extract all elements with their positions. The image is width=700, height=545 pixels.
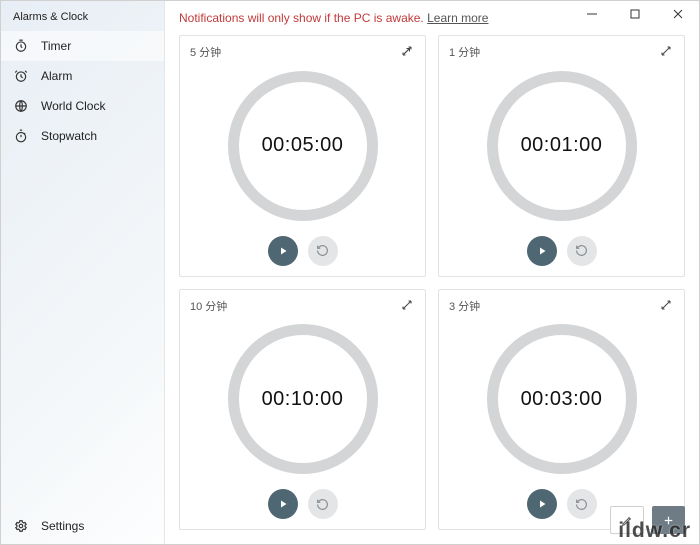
sidebar-item-stopwatch[interactable]: Stopwatch (1, 121, 164, 151)
timer-ring: 00:05:00 (190, 64, 415, 228)
timer-card[interactable]: 3 分钟 00:03:00 (438, 289, 685, 531)
window-controls (570, 1, 699, 27)
expand-icon[interactable] (660, 299, 674, 313)
timer-title: 10 分钟 (190, 298, 227, 314)
sidebar-item-alarm[interactable]: Alarm (1, 61, 164, 91)
maximize-button[interactable] (613, 1, 656, 27)
stopwatch-icon (13, 128, 29, 144)
timer-card[interactable]: 1 分钟 00:01:00 (438, 35, 685, 277)
timer-title: 3 分钟 (449, 298, 480, 314)
close-button[interactable] (656, 1, 699, 27)
timer-card[interactable]: 5 分钟 00:05:00 (179, 35, 426, 277)
app-title: Alarms & Clock (1, 9, 164, 31)
sidebar-item-world-clock[interactable]: World Clock (1, 91, 164, 121)
time-readout: 00:01:00 (521, 134, 603, 157)
gear-icon (13, 518, 29, 534)
world-clock-icon (13, 98, 29, 114)
timer-title: 1 分钟 (449, 44, 480, 60)
footer-actions (610, 506, 685, 534)
reset-button[interactable] (308, 489, 338, 519)
time-readout: 00:03:00 (521, 388, 603, 411)
sidebar-item-label: Stopwatch (41, 129, 97, 143)
expand-icon[interactable] (660, 45, 674, 59)
sidebar-item-label: World Clock (41, 99, 105, 113)
play-button[interactable] (527, 489, 557, 519)
sidebar-item-settings[interactable]: Settings (1, 508, 164, 544)
edit-timers-button[interactable] (610, 506, 644, 534)
timer-card-header: 1 分钟 (449, 44, 674, 60)
progress-ring: 00:10:00 (228, 324, 378, 474)
play-button[interactable] (527, 236, 557, 266)
reset-button[interactable] (567, 236, 597, 266)
progress-ring: 00:03:00 (487, 324, 637, 474)
alarm-icon (13, 68, 29, 84)
timer-controls (190, 236, 415, 266)
minimize-button[interactable] (570, 1, 613, 27)
timer-ring: 00:03:00 (449, 318, 674, 482)
time-readout: 00:05:00 (262, 134, 344, 157)
reset-button[interactable] (567, 489, 597, 519)
settings-label: Settings (41, 519, 84, 533)
timer-card-header: 10 分钟 (190, 298, 415, 314)
timer-ring: 00:01:00 (449, 64, 674, 228)
timers-grid: 5 分钟 00:05:00 (165, 29, 699, 544)
sidebar: Alarms & Clock Timer Alarm (1, 1, 164, 544)
progress-ring: 00:01:00 (487, 71, 637, 221)
timer-ring: 00:10:00 (190, 318, 415, 482)
learn-more-link[interactable]: Learn more (427, 11, 488, 25)
sidebar-nav: Timer Alarm World Clock (1, 31, 164, 508)
timer-controls (449, 236, 674, 266)
timer-card[interactable]: 10 分钟 00:10:00 (179, 289, 426, 531)
timer-controls (190, 489, 415, 519)
app-window: Alarms & Clock Timer Alarm (0, 0, 700, 545)
expand-icon[interactable] (401, 299, 415, 313)
add-timer-button[interactable] (652, 506, 685, 534)
play-button[interactable] (268, 489, 298, 519)
notification-text: Notifications will only show if the PC i… (179, 11, 427, 25)
sidebar-item-label: Timer (41, 39, 71, 53)
timer-title: 5 分钟 (190, 44, 221, 60)
main-content: Notifications will only show if the PC i… (164, 1, 699, 544)
sidebar-item-timer[interactable]: Timer (1, 31, 164, 61)
reset-button[interactable] (308, 236, 338, 266)
time-readout: 00:10:00 (262, 388, 344, 411)
sidebar-item-label: Alarm (41, 69, 72, 83)
play-button[interactable] (268, 236, 298, 266)
expand-icon[interactable] (401, 45, 415, 59)
timer-card-header: 5 分钟 (190, 44, 415, 60)
timer-icon (13, 38, 29, 54)
progress-ring: 00:05:00 (228, 71, 378, 221)
timer-card-header: 3 分钟 (449, 298, 674, 314)
